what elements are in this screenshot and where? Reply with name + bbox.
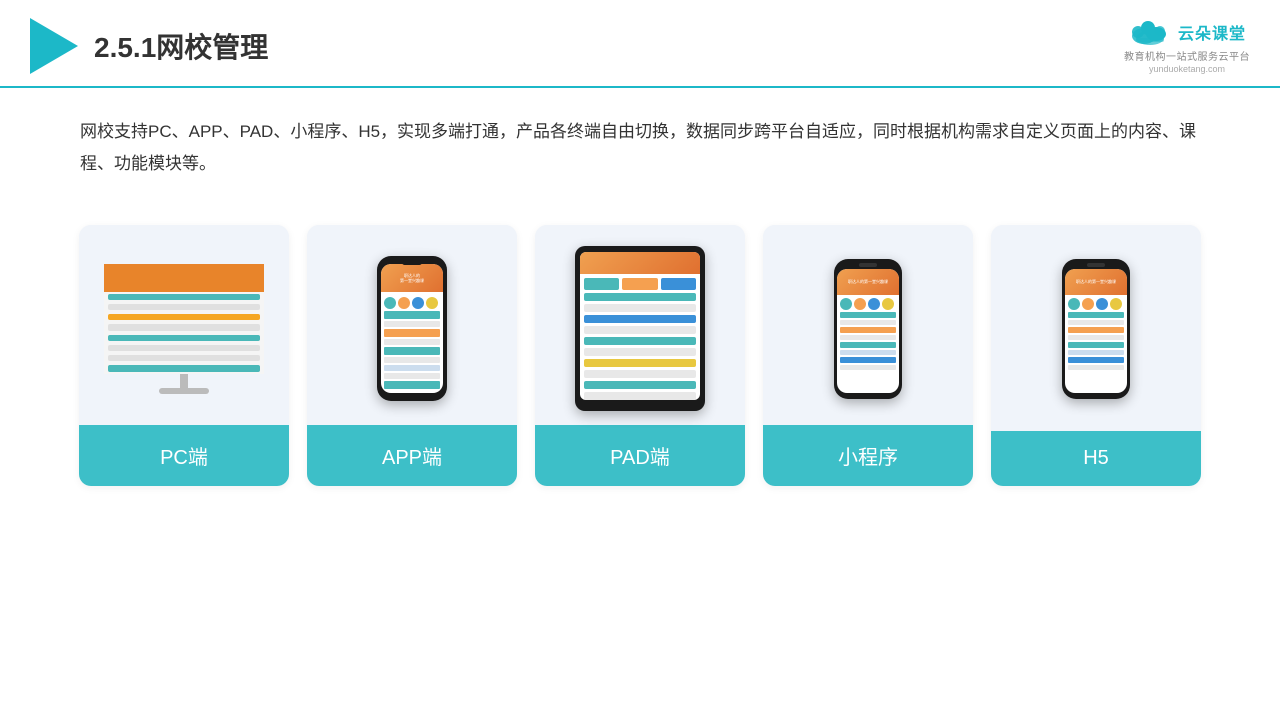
cloud-logo: 云朵课堂: [1128, 18, 1246, 46]
card-pad-image: [535, 225, 745, 425]
logo-tagline: 教育机构一站式服务云平台: [1124, 48, 1250, 63]
header-left: 2.5.1网校管理: [30, 18, 268, 74]
card-h5-label: H5: [991, 431, 1201, 486]
card-pc-label: PC端: [79, 425, 289, 486]
pc-monitor-icon: [104, 264, 264, 394]
card-h5-image: 职达人的第一堂兴趣课: [991, 225, 1201, 425]
card-h5[interactable]: 职达人的第一堂兴趣课: [991, 225, 1201, 486]
cloud-icon: [1128, 18, 1172, 46]
page-header: 2.5.1网校管理 云朵课堂 教育机构一站式服务云平台 yunduoketang…: [0, 0, 1280, 88]
pad-icon: [575, 246, 705, 411]
card-miniprogram-label: 小程序: [763, 425, 973, 486]
card-miniprogram-image: 职达人的第一堂兴趣课: [763, 225, 973, 425]
logo-url: yunduoketang.com: [1149, 64, 1225, 74]
phone-app-icon: 职达人的第一堂兴趣课: [377, 256, 447, 401]
card-pc[interactable]: PC端: [79, 225, 289, 486]
description-text: 网校支持PC、APP、PAD、小程序、H5，实现多端打通，产品各终端自由切换，数…: [0, 88, 1280, 191]
card-app[interactable]: 职达人的第一堂兴趣课: [307, 225, 517, 486]
phone-miniprogram-icon: 职达人的第一堂兴趣课: [834, 259, 902, 399]
platform-cards: PC端 职达人的第一堂兴趣课: [0, 201, 1280, 516]
logo-name: 云朵课堂: [1178, 20, 1246, 44]
card-app-label: APP端: [307, 425, 517, 486]
page-title: 2.5.1网校管理: [94, 26, 268, 66]
phone-h5-icon: 职达人的第一堂兴趣课: [1062, 259, 1130, 399]
card-pad[interactable]: PAD端: [535, 225, 745, 486]
header-right: 云朵课堂 教育机构一站式服务云平台 yunduoketang.com: [1124, 18, 1250, 74]
card-pad-label: PAD端: [535, 425, 745, 486]
brand-triangle-icon: [30, 18, 78, 74]
card-app-image: 职达人的第一堂兴趣课: [307, 225, 517, 425]
card-miniprogram[interactable]: 职达人的第一堂兴趣课: [763, 225, 973, 486]
card-pc-image: [79, 225, 289, 425]
